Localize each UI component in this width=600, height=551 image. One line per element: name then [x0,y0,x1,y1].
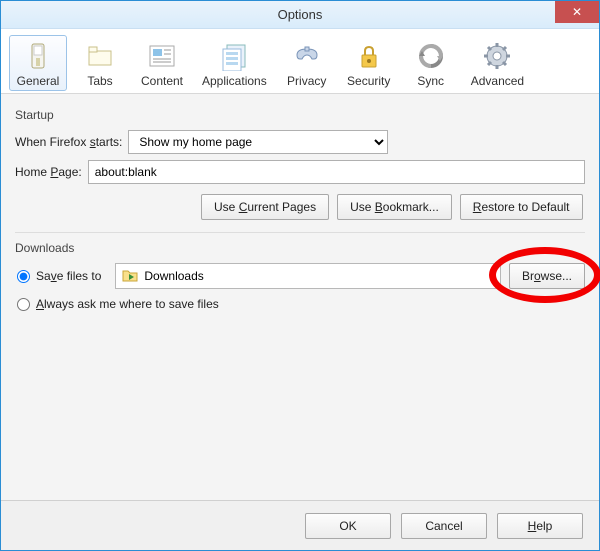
toolbar-label: Advanced [471,74,524,88]
home-page-row: Home Page: [15,160,585,184]
toolbar-content[interactable]: Content [133,35,191,91]
startup-group-label: Startup [15,108,585,122]
always-ask-radio[interactable] [17,298,30,311]
applications-icon [218,40,250,72]
save-files-to-label: Save files to [36,269,101,283]
toolbar-security[interactable]: Security [340,35,398,91]
titlebar: Options ✕ [1,1,599,29]
toolbar-label: General [17,74,60,88]
toolbar-label: Applications [202,74,267,88]
home-page-label: Home Page: [15,165,82,179]
startup-action-select[interactable]: Show my home page [128,130,388,154]
when-firefox-starts-label: When Firefox starts: [15,135,122,149]
divider [15,232,585,233]
toolbar-label: Content [141,74,183,88]
toolbar-label: Tabs [87,74,112,88]
browse-button[interactable]: Browse... [509,263,585,289]
general-panel: Startup When Firefox starts: Show my hom… [1,94,599,541]
when-firefox-starts-row: When Firefox starts: Show my home page [15,130,585,154]
cancel-button[interactable]: Cancel [401,513,487,539]
toolbar-sync[interactable]: Sync [402,35,460,91]
toolbar-general[interactable]: General [9,35,67,91]
ok-button[interactable]: OK [305,513,391,539]
advanced-icon [481,40,513,72]
options-window: Options ✕ General Tabs Content [0,0,600,551]
toolbar-label: Privacy [287,74,326,88]
privacy-icon [291,40,323,72]
download-folder-display: Downloads [115,263,501,289]
category-toolbar: General Tabs Content Applications Privac… [1,29,599,94]
security-icon [353,40,385,72]
download-folder-path: Downloads [144,269,203,283]
toolbar-label: Security [347,74,390,88]
use-bookmark-button[interactable]: Use Bookmark... [337,194,452,220]
tabs-icon [84,40,116,72]
always-ask-row: Always ask me where to save files [15,297,585,311]
toolbar-applications[interactable]: Applications [195,35,274,91]
folder-icon [122,268,138,285]
home-page-input[interactable] [88,160,585,184]
use-current-pages-button[interactable]: Use Current Pages [201,194,329,220]
sync-icon [415,40,447,72]
save-files-to-row: Save files to Downloads Browse... [15,263,585,289]
toolbar-advanced[interactable]: Advanced [464,35,531,91]
help-button[interactable]: Help [497,513,583,539]
homepage-buttons: Use Current Pages Use Bookmark... Restor… [201,194,585,220]
toolbar-label: Sync [417,74,444,88]
content-icon [146,40,178,72]
general-icon [22,40,54,72]
downloads-group-label: Downloads [15,241,585,255]
toolbar-privacy[interactable]: Privacy [278,35,336,91]
always-ask-label: Always ask me where to save files [36,297,219,311]
close-icon: ✕ [572,5,582,19]
window-title: Options [278,7,323,22]
dialog-footer: OK Cancel Help [1,500,599,550]
save-files-to-radio[interactable] [17,270,30,283]
toolbar-tabs[interactable]: Tabs [71,35,129,91]
close-button[interactable]: ✕ [555,1,599,23]
restore-default-button[interactable]: Restore to Default [460,194,583,220]
